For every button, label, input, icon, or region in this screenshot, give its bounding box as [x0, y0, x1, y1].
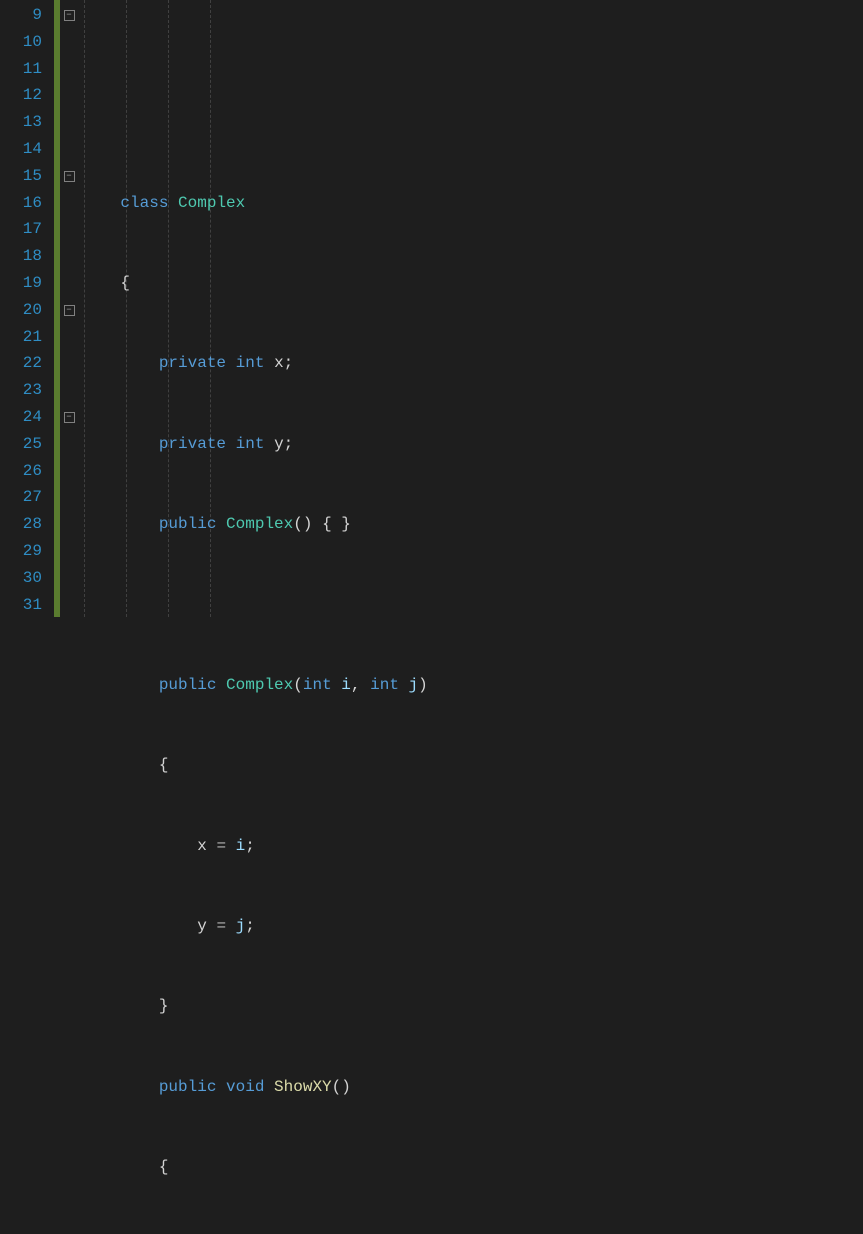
line-number: 19 [8, 270, 42, 297]
line-number: 30 [8, 565, 42, 592]
code-line[interactable]: private int x; [82, 350, 863, 377]
line-number: 28 [8, 511, 42, 538]
line-number: 16 [8, 190, 42, 217]
line-number: 18 [8, 243, 42, 270]
line-number: 26 [8, 458, 42, 485]
code-line[interactable]: public Complex(int i, int j) [82, 672, 863, 699]
code-editor[interactable]: 9101112131415161718192021222324252627282… [0, 0, 863, 617]
fold-toggle-icon[interactable]: − [64, 305, 75, 316]
line-number: 12 [8, 82, 42, 109]
code-line[interactable]: class Complex [82, 190, 863, 217]
code-line[interactable]: { [82, 270, 863, 297]
line-number: 21 [8, 324, 42, 351]
line-number: 11 [8, 56, 42, 83]
line-number: 22 [8, 350, 42, 377]
code-line[interactable]: public void ShowXY() [82, 1074, 863, 1101]
code-line[interactable]: } [82, 993, 863, 1020]
line-number: 10 [8, 29, 42, 56]
line-number: 24 [8, 404, 42, 431]
line-number-gutter: 9101112131415161718192021222324252627282… [0, 0, 54, 617]
code-line[interactable]: public Complex() { } [82, 511, 863, 538]
line-number: 27 [8, 484, 42, 511]
line-number: 9 [8, 2, 42, 29]
fold-toggle-icon[interactable]: − [64, 171, 75, 182]
line-number: 25 [8, 431, 42, 458]
code-line[interactable]: y = j; [82, 913, 863, 940]
line-number: 20 [8, 297, 42, 324]
line-number: 14 [8, 136, 42, 163]
code-area[interactable]: class Complex { private int x; private i… [78, 0, 863, 617]
code-line[interactable]: x = i; [82, 833, 863, 860]
code-line[interactable]: { [82, 752, 863, 779]
line-number: 13 [8, 109, 42, 136]
line-number: 31 [8, 592, 42, 619]
line-number: 23 [8, 377, 42, 404]
code-line[interactable] [82, 592, 863, 619]
line-number: 17 [8, 216, 42, 243]
fold-gutter: − − − − [60, 0, 78, 617]
code-line[interactable]: { [82, 1154, 863, 1181]
line-number: 29 [8, 538, 42, 565]
code-line[interactable]: private int y; [82, 431, 863, 458]
line-number: 15 [8, 163, 42, 190]
fold-toggle-icon[interactable]: − [64, 412, 75, 423]
fold-toggle-icon[interactable]: − [64, 10, 75, 21]
